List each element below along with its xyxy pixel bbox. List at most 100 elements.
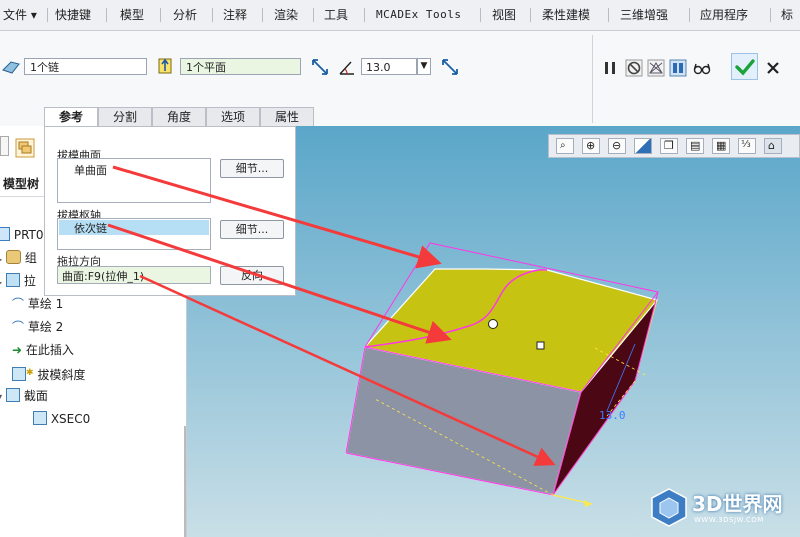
watermark: 3D世界网 WWW.3DSJW.COM — [648, 484, 798, 534]
repaint-button[interactable] — [634, 138, 652, 154]
tab-properties[interactable]: 属性 — [260, 107, 314, 126]
angle-annotation[interactable]: 13.0 — [599, 409, 626, 422]
layer-tree-icon[interactable] — [15, 138, 35, 158]
part-icon — [0, 227, 10, 241]
tree-item-label: XSEC0 — [50, 412, 91, 426]
menu-render[interactable]: 渲染 — [274, 6, 298, 24]
view-orient-button[interactable]: ❒ — [660, 138, 678, 154]
tree-item-sections[interactable]: ▼ 截面 — [0, 387, 48, 405]
pivot-details-button[interactable]: 细节... — [220, 220, 284, 239]
surfaces-details-button[interactable]: 细节... — [220, 159, 284, 178]
logo-cube-icon — [651, 488, 687, 527]
drag-handle-circle[interactable] — [488, 319, 498, 329]
tree-item-draft[interactable]: ✱ 拔模斜度 — [12, 364, 85, 382]
menu-shortcuts[interactable]: 快捷键 — [55, 6, 91, 24]
draft-hinge-icon[interactable] — [2, 58, 20, 76]
tree-item-sketch-2[interactable]: ⌒ 草绘 2 — [12, 318, 63, 336]
pause-icon[interactable] — [601, 59, 619, 77]
menu-more[interactable]: 标 — [781, 6, 793, 24]
menu-separator — [770, 8, 771, 22]
tree-item-sketch-1[interactable]: ⌒ 草绘 1 — [12, 295, 63, 313]
tab-angles[interactable]: 角度 — [152, 107, 206, 126]
menu-separator — [530, 8, 531, 22]
zoom-in-icon: ⊕ — [586, 139, 596, 152]
pivot-collector-field[interactable]: 1个链 — [24, 58, 147, 75]
zoom-out-icon: ⊖ — [612, 139, 622, 152]
angle-icon — [339, 61, 354, 75]
watermark-url: WWW.3DSJW.COM — [694, 516, 764, 524]
menu-tools[interactable]: 工具 — [324, 6, 348, 24]
group-icon — [5, 250, 21, 264]
menu-applications[interactable]: 应用程序 — [700, 6, 748, 24]
draft-surfaces-collector[interactable]: 单曲面 — [57, 158, 211, 203]
feature-preview-icon[interactable] — [669, 59, 687, 77]
tree-item-extrude[interactable]: ▶ 拉 — [0, 272, 36, 290]
menu-separator — [480, 8, 481, 22]
pull-direction-icon[interactable] — [157, 57, 175, 75]
display-style-icon: ▦ — [716, 139, 727, 152]
menu-view[interactable]: 视图 — [492, 6, 516, 24]
draft-pivot-collector[interactable]: 依次链 — [57, 218, 211, 250]
tree-item-label: 拔模斜度 — [37, 368, 86, 382]
tree-item-label: 草绘 1 — [27, 297, 64, 311]
menu-mcadex-tools[interactable]: MCADEx Tools — [376, 6, 461, 24]
tab-references[interactable]: 参考 — [44, 107, 98, 127]
zoom-in-button[interactable]: ⊕ — [582, 138, 600, 154]
tree-item-label: 组 — [24, 251, 37, 265]
toolbar-divider — [592, 35, 593, 123]
display-style-button[interactable]: ▦ — [712, 138, 730, 154]
annotation-display-button[interactable]: ⌂ — [764, 138, 782, 154]
watermark-brand: 3D世界网 — [692, 492, 783, 516]
saved-views-icon: ▤ — [690, 139, 701, 152]
angle-dropdown-button[interactable]: ▼ — [417, 58, 431, 75]
model-tree-title: 模型树 — [3, 177, 40, 191]
tree-item-group[interactable]: ▶ 组 — [0, 249, 37, 267]
verify-glasses-icon[interactable] — [693, 59, 711, 77]
tree-item-xsec[interactable]: XSEC0 — [33, 410, 90, 428]
zoom-out-button[interactable]: ⊖ — [608, 138, 626, 154]
new-feature-star-icon: ✱ — [26, 368, 34, 378]
flip-button[interactable]: 反向 — [220, 266, 284, 285]
tree-item-insert-here[interactable]: ➜ 在此插入 — [12, 341, 74, 359]
tree-toolbar-button[interactable] — [0, 136, 9, 156]
flip-angle-icon[interactable] — [441, 58, 459, 76]
chevron-down-icon: ▼ — [420, 61, 428, 71]
tree-item-label: 截面 — [23, 389, 48, 403]
expand-arrow-icon: ▶ — [0, 278, 2, 287]
flip-direction-icon[interactable] — [311, 58, 329, 76]
saved-views-button[interactable]: ▤ — [686, 138, 704, 154]
drag-handle-square[interactable] — [536, 341, 545, 350]
extrude-icon — [5, 273, 20, 287]
menu-model[interactable]: 模型 — [120, 6, 144, 24]
menu-bar: 文件 ▾ 快捷键 模型 分析 注释 渲染 工具 MCADEx Tools 视图 … — [0, 0, 800, 31]
cancel-close-icon[interactable] — [764, 59, 782, 77]
geometry-preview-icon[interactable] — [647, 59, 665, 77]
draft-angle-input[interactable]: 13.0 — [361, 58, 417, 75]
pull-direction-item[interactable]: 曲面:F9(拉伸_1) — [62, 268, 144, 284]
tree-item-label: 在此插入 — [25, 343, 74, 357]
sketch-icon: ⌒ — [12, 320, 25, 334]
no-preview-icon[interactable] — [625, 59, 643, 77]
pull-direction-collector[interactable]: 曲面:F9(拉伸_1) — [57, 266, 211, 284]
tree-item-label: 草绘 2 — [27, 320, 64, 334]
menu-flexible-modeling[interactable]: 柔性建模 — [542, 6, 590, 24]
menu-annotate[interactable]: 注释 — [223, 6, 247, 24]
draft-pivot-item[interactable]: 依次链 — [74, 220, 107, 236]
apply-button[interactable] — [731, 53, 758, 80]
cube-icon: ❒ — [664, 139, 674, 152]
menu-separator — [364, 8, 365, 22]
refit-button[interactable]: ⌕ — [556, 138, 574, 154]
expand-arrow-icon: ▶ — [0, 255, 2, 264]
tab-options[interactable]: 选项 — [206, 107, 260, 126]
menu-separator — [160, 8, 161, 22]
tab-split[interactable]: 分割 — [98, 107, 152, 126]
tree-scrollbar[interactable] — [184, 426, 186, 537]
menu-analysis[interactable]: 分析 — [173, 6, 197, 24]
menu-file[interactable]: 文件 ▾ — [3, 6, 37, 24]
pull-direction-field[interactable]: 1个平面 — [180, 58, 301, 75]
datum-display-button[interactable]: ⅓ — [738, 138, 756, 154]
menu-3d-enhance[interactable]: 三维增强 — [620, 6, 668, 24]
section-folder-icon — [5, 388, 20, 402]
draft-surfaces-item[interactable]: 单曲面 — [74, 162, 107, 178]
datum-display-icon: ⅓ — [741, 139, 751, 150]
